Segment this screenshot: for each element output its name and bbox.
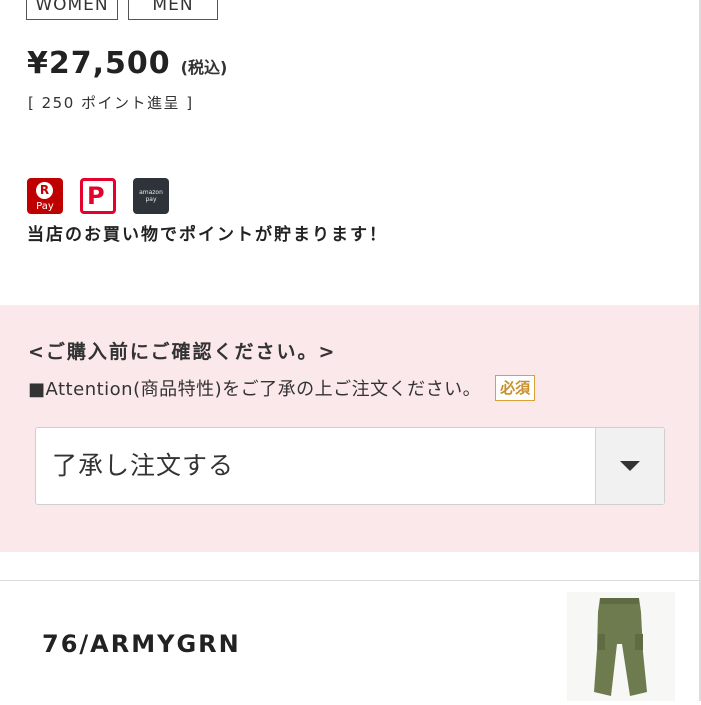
rakuten-r-mark: R [36,182,53,199]
pants-image [594,598,647,696]
amazon-pay-logo: amazon pay [133,178,169,214]
dropdown-toggle[interactable] [595,428,664,504]
rakuten-pay-label: Pay [36,201,54,212]
tab-women[interactable]: WOMEN [26,0,118,20]
attention-row: ■Attention(商品特性)をご了承の上ご注文ください。 必須 [28,375,536,401]
chevron-down-icon [620,461,640,471]
points-note: 当店のお買い物でポイントが貯まります！ [27,225,388,245]
agreement-select-value[interactable]: 了承し注文する [36,428,595,504]
payment-logos: R Pay P amazon pay [27,178,169,214]
pants-pocket-right [635,634,643,650]
rakuten-pay-logo: R Pay [27,178,63,214]
pants-waistband [600,598,639,604]
paypay-mark: P [87,182,105,210]
paypay-logo: P [80,178,116,214]
price: ¥27,500 (税込) [27,46,227,81]
gender-tabs: WOMEN MEN [26,0,218,20]
confirmation-heading: <ご購入前にご確認ください。> [28,341,337,363]
section-divider [0,580,699,581]
price-value: ¥27,500 [27,46,171,81]
attention-text: ■Attention(商品特性)をご了承の上ご注文ください。 [28,379,482,400]
pants-pocket-left [598,634,605,650]
variant-color-label[interactable]: 76/ARMYGRN [42,630,241,658]
variant-thumbnail[interactable] [567,592,675,701]
tab-men[interactable]: MEN [128,0,218,20]
points-earned: [ 250 ポイント進呈 ] [28,94,194,112]
order-confirmation-panel: <ご購入前にご確認ください。> ■Attention(商品特性)をご了承の上ご注… [0,305,699,552]
price-tax-note: (税込) [180,58,228,77]
required-badge: 必須 [495,375,536,401]
amazon-pay-label: amazon pay [139,189,163,203]
agreement-select[interactable]: 了承し注文する [35,427,665,505]
